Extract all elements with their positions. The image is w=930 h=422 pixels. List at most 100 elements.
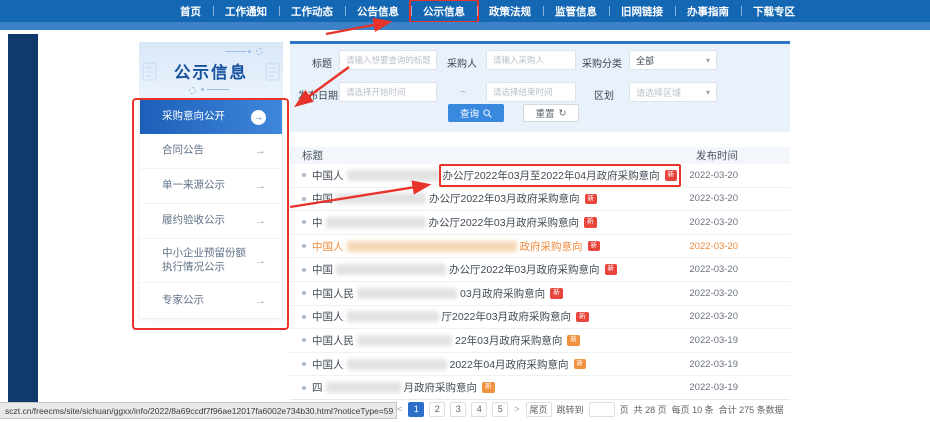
decor-dot [201, 88, 204, 91]
date-end-input[interactable] [486, 82, 576, 102]
nav-item-policies[interactable]: 政策法规 [477, 0, 543, 22]
page-4[interactable]: 4 [471, 402, 487, 417]
publish-date: 2022-03-20 [689, 217, 738, 228]
chevron-down-icon: ▾ [706, 56, 710, 65]
row-title[interactable]: 中国人 [312, 357, 344, 372]
row-title[interactable]: 中国人 [312, 168, 344, 183]
row-title[interactable]: 中 [312, 215, 323, 230]
page-5[interactable]: 5 [492, 402, 508, 417]
purchaser-input[interactable] [486, 50, 576, 70]
table-row: 中国 办公厅2022年03月政府采购意向 新 2022-03-20 [290, 188, 790, 212]
page-1[interactable]: 1 [408, 402, 424, 417]
category-select[interactable]: 全部 ▾ [629, 50, 717, 70]
sidebar-item-acceptance[interactable]: 履约验收公示 → [140, 204, 282, 239]
nav-item-downloads[interactable]: 下载专区 [741, 0, 807, 22]
left-decor-strip [8, 34, 38, 406]
date-start-input[interactable] [339, 82, 437, 102]
annotation-box-row: 办公厅2022年03月至2022年04月政府采购意向 新 [443, 168, 678, 183]
title-input[interactable] [339, 50, 437, 70]
region-select[interactable]: 请选择区域 ▾ [629, 82, 717, 102]
reset-button-label: 重置 [536, 106, 555, 120]
jump-page-input[interactable] [589, 402, 615, 417]
table-header: 标题 发布时间 [290, 147, 790, 164]
sidebar-item-contract-announcement[interactable]: 合同公告 → [140, 134, 282, 169]
nav-item-guide[interactable]: 办事指南 [675, 0, 741, 22]
sidebar-header: 公示信息 [139, 42, 283, 99]
sidebar-item-label: 合同公告 [162, 144, 255, 158]
nav-item-supervision[interactable]: 监管信息 [543, 0, 609, 22]
row-title[interactable]: 22年03月政府采购意向 [455, 333, 562, 348]
row-title[interactable]: 四 [312, 380, 323, 395]
page-2[interactable]: 2 [429, 402, 445, 417]
nav-item-public-info[interactable]: 公示信息 [411, 0, 477, 22]
row-title[interactable]: 中国人 [312, 309, 344, 324]
row-title[interactable]: 办公厅2022年03月政府采购意向 [429, 215, 580, 230]
row-title[interactable]: 03月政府采购意向 [460, 286, 545, 301]
sidebar-item-experts[interactable]: 专家公示 → [140, 283, 282, 318]
nav-item-home[interactable]: 首页 [168, 0, 213, 22]
row-title[interactable]: 中国 [312, 262, 333, 277]
arrow-right-icon: → [255, 255, 266, 267]
query-button[interactable]: 查询 [448, 104, 504, 122]
last-page-button[interactable]: 尾页 [526, 402, 552, 417]
publish-date: 2022-03-20 [689, 241, 738, 252]
prev-page-arrow[interactable]: < [396, 404, 403, 414]
row-title[interactable]: 政府采购意向 [520, 239, 583, 254]
nav-item-announcements[interactable]: 公告信息 [345, 0, 411, 22]
sidebar-item-label: 中小企业预留份额执行情况公示 [162, 247, 255, 274]
table-row: 中国人民 03月政府采购意向 新 2022-03-20 [290, 282, 790, 306]
reset-button[interactable]: 重置 ↻ [523, 104, 579, 122]
row-title[interactable]: 中国人民 [312, 286, 354, 301]
row-title[interactable]: 中国人民 [312, 333, 354, 348]
bullet-icon [302, 291, 306, 295]
sidebar-item-sme-quota[interactable]: 中小企业预留份额执行情况公示 → [140, 239, 282, 283]
row-title[interactable]: 中国 [312, 191, 333, 206]
redacted-text [357, 288, 457, 299]
table-row-highlighted: 中国人 政府采购意向 新 2022-03-20 [290, 235, 790, 259]
row-title[interactable]: 2022年04月政府采购意向 [450, 357, 569, 372]
bullet-icon [302, 244, 306, 248]
redacted-text [336, 193, 426, 204]
nav-item-old-site[interactable]: 旧网链接 [609, 0, 675, 22]
sidebar-menu: 采购意向公开 → 合同公告 → 单一来源公示 → 履约验收公示 → 中小企业预留… [139, 99, 283, 319]
redacted-text [347, 311, 439, 322]
table-row: 中国 办公厅2022年03月政府采购意向 新 2022-03-20 [290, 258, 790, 282]
top-navbar: 首页 工作通知 工作动态 公告信息 公示信息 政策法规 监管信息 旧网链接 办事… [0, 0, 930, 22]
next-page-arrow[interactable]: > [513, 404, 520, 414]
row-title[interactable]: 办公厅2022年03月政府采购意向 [449, 262, 600, 277]
table-row: 中 办公厅2022年03月政府采购意向 新 2022-03-20 [290, 211, 790, 235]
redacted-text [336, 264, 446, 275]
row-title[interactable]: 月政府采购意向 [404, 380, 478, 395]
publish-date: 2022-03-20 [689, 311, 738, 322]
refresh-icon: ↻ [559, 108, 567, 119]
arrow-right-icon: → [255, 295, 266, 307]
sidebar-item-label: 单一来源公示 [162, 179, 255, 193]
arrow-right-icon: → [255, 180, 266, 192]
result-list: 中国人 办公厅2022年03月至2022年04月政府采购意向 新 2022-03… [290, 164, 790, 400]
row-title[interactable]: 办公厅2022年03月政府采购意向 [429, 191, 580, 206]
row-title[interactable]: 办公厅2022年03月至2022年04月政府采购意向 [443, 168, 660, 183]
bullet-icon [302, 362, 306, 366]
publish-date: 2022-03-19 [689, 359, 738, 370]
arrow-right-icon: → [255, 215, 266, 227]
pagination: < 1 2 3 4 5 > 尾页 跳转到 页 共 28 页 每页 10 条 合计… [396, 400, 784, 418]
row-title[interactable]: 中国人 [312, 239, 344, 254]
new-badge: 新 [567, 335, 580, 346]
publish-date: 2022-03-20 [689, 288, 738, 299]
page-3[interactable]: 3 [450, 402, 466, 417]
table-row: 中国人 办公厅2022年03月至2022年04月政府采购意向 新 2022-03… [290, 164, 790, 188]
nav-item-notices[interactable]: 工作通知 [213, 0, 279, 22]
col-title: 标题 [290, 148, 323, 163]
status-bar: sczt.cn/freecms/site/sichuan/ggxx/info/2… [0, 402, 397, 419]
jump-label: 跳转到 [557, 403, 584, 416]
redacted-text [326, 217, 426, 228]
row-title[interactable]: 厅2022年03月政府采购意向 [442, 309, 572, 324]
nav-item-trends[interactable]: 工作动态 [279, 0, 345, 22]
region-placeholder: 请选择区域 [636, 86, 706, 99]
sidebar-item-procurement-intent[interactable]: 采购意向公开 → [140, 100, 282, 134]
chevron-down-icon: ▾ [706, 88, 710, 97]
publish-date: 2022-03-20 [689, 193, 738, 204]
sidebar-item-label: 专家公示 [162, 294, 255, 308]
arrow-right-icon: → [255, 145, 266, 157]
sidebar-item-single-source[interactable]: 单一来源公示 → [140, 169, 282, 204]
